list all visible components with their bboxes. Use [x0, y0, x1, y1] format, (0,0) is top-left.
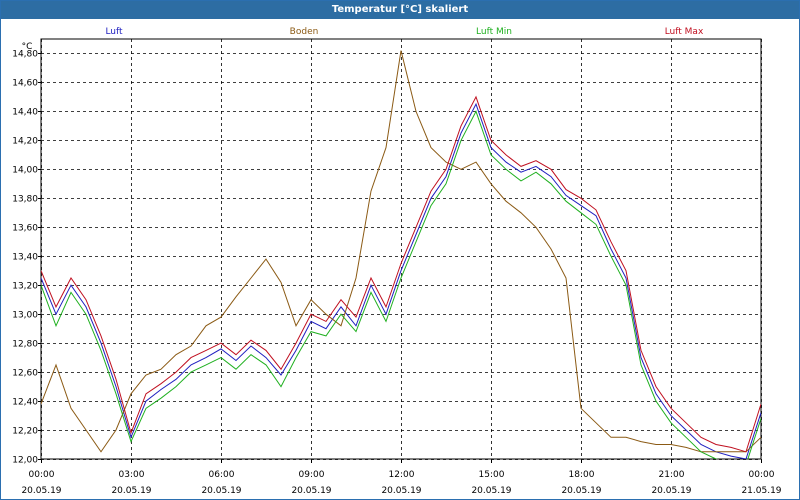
legend-item: Luft	[105, 27, 123, 37]
x-tick-date: 20.05.19	[21, 486, 61, 496]
x-tick-date: 20.05.19	[291, 486, 331, 496]
plot-area	[40, 38, 762, 460]
x-tick-date: 20.05.19	[201, 486, 241, 496]
x-tick-time: 18:00	[569, 470, 595, 480]
legend-item: Luft Min	[476, 27, 512, 37]
y-tick-label: 12,20	[12, 427, 38, 437]
y-tick-label: 13,80	[12, 195, 38, 205]
y-tick-label: 12,40	[12, 398, 38, 408]
y-tick-label: 13,20	[12, 282, 38, 292]
x-tick-time: 09:00	[299, 470, 325, 480]
x-tick-date: 20.05.19	[111, 486, 151, 496]
y-tick-label: 12,00	[12, 456, 38, 466]
x-tick-time: 12:00	[389, 470, 415, 480]
chart-window: Temperatur [°C] skaliert 12,00 12,20 12,40…	[0, 0, 800, 500]
legend-item: Boden	[290, 27, 319, 37]
x-tick-time: 06:00	[209, 470, 235, 480]
y-tick-label: 12,60	[12, 369, 38, 379]
x-tick-time: 15:00	[479, 470, 505, 480]
y-tick-label: 13,00	[12, 311, 38, 321]
x-tick-date: 20.05.19	[561, 486, 601, 496]
line-chart: 12,00 12,20 12,40 12,60 12,80 13,00 13,20 13,40…	[12, 27, 782, 496]
x-tick-time: 00:00	[749, 470, 775, 480]
y-tick-label: 14,60	[12, 79, 38, 89]
x-tick-date: 20.05.19	[381, 486, 421, 496]
x-tick-date: 20.05.19	[471, 486, 511, 496]
y-tick-label: 12,80	[12, 340, 38, 350]
x-tick-date: 21.05.19	[741, 486, 781, 496]
y-tick-label: 13,60	[12, 224, 38, 234]
x-tick-time: 00:00	[29, 470, 55, 480]
x-tick-date: 20.05.19	[651, 486, 691, 496]
x-tick-time: 21:00	[659, 470, 685, 480]
y-tick-label: 14,20	[12, 137, 38, 147]
x-tick-time: 03:00	[119, 470, 145, 480]
y-tick-label: 14,00	[12, 166, 38, 176]
y-axis-unit: °C	[22, 42, 33, 52]
y-tick-label: 13,40	[12, 253, 38, 263]
y-tick-label: 14,40	[12, 108, 38, 118]
legend-item: Luft Max	[665, 27, 704, 37]
